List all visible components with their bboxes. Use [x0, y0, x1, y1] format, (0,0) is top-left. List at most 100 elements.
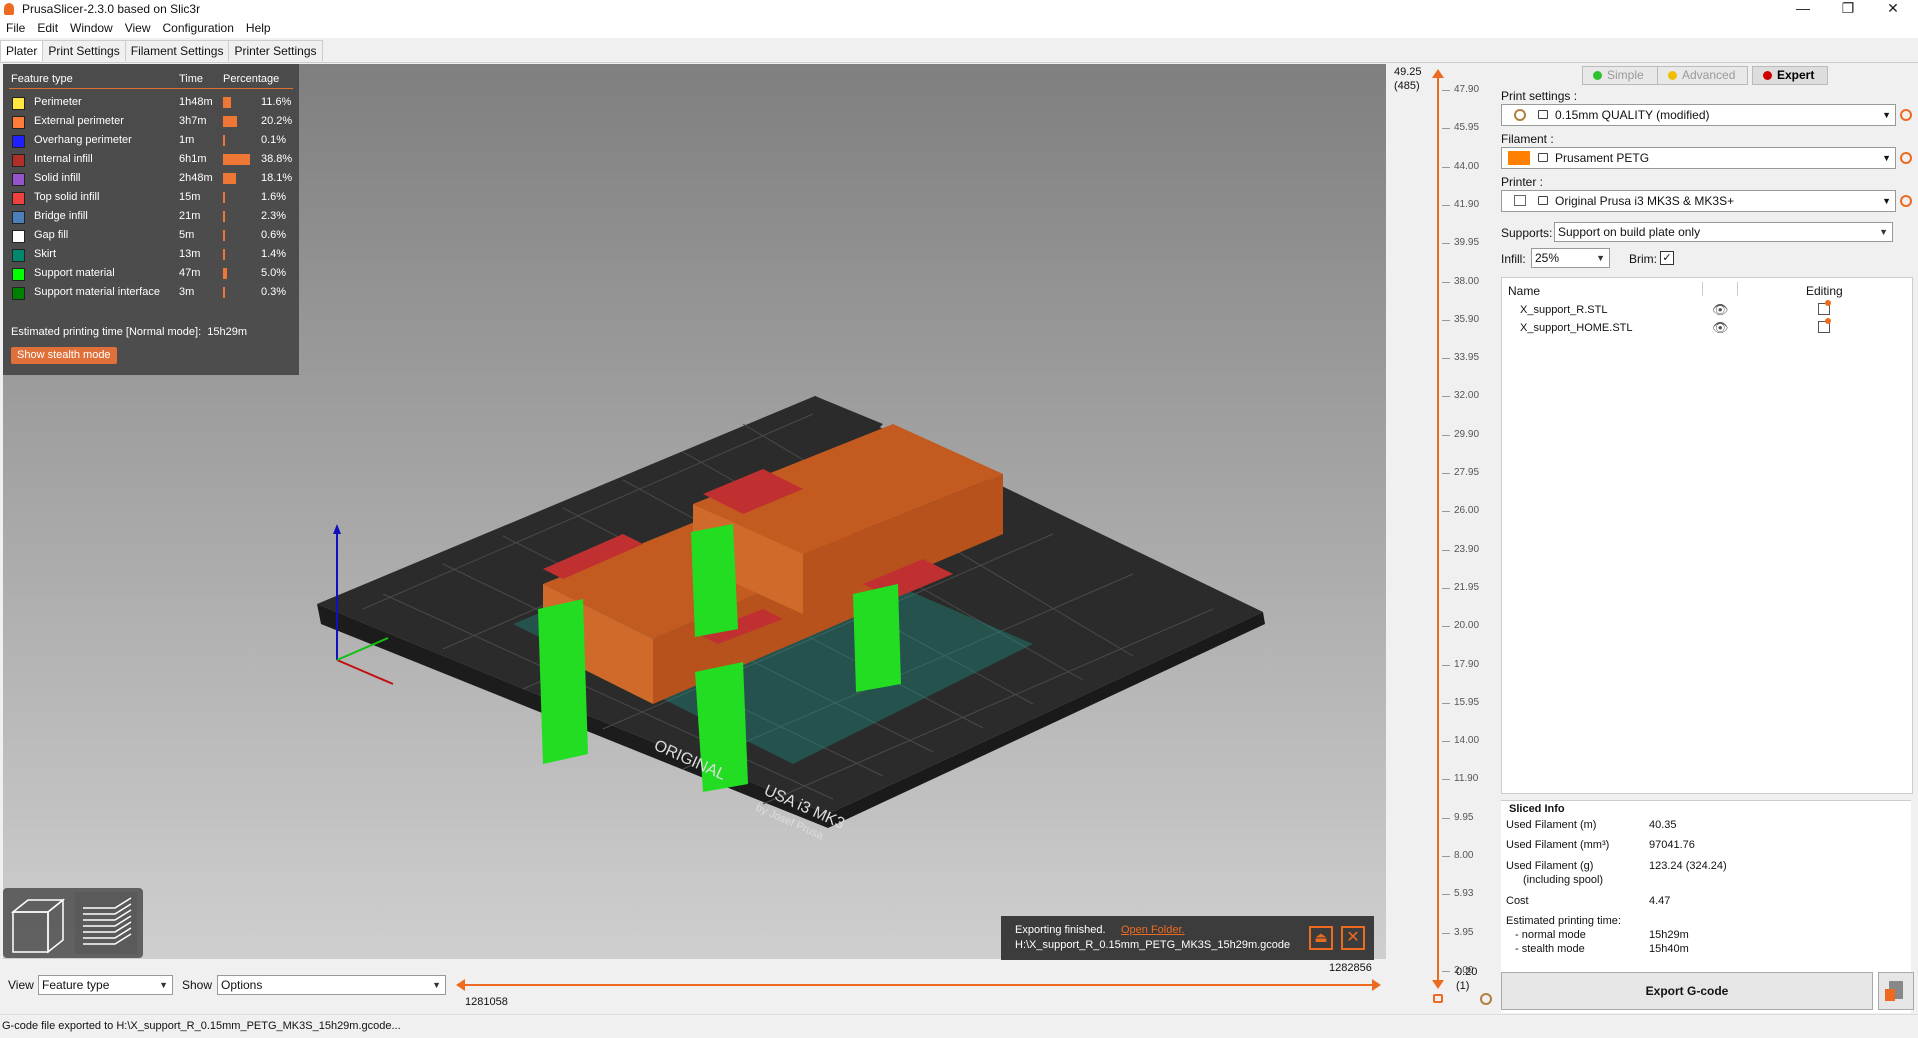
- legend-feature-percentage: 20.2%: [261, 115, 293, 127]
- layer-bottom-thumb[interactable]: [1432, 980, 1444, 989]
- legend-row[interactable]: Gap fill 5m 0.6%: [3, 227, 299, 246]
- notification-message: Exporting finished.: [1015, 924, 1106, 936]
- mode-expert-button[interactable]: Expert: [1752, 66, 1828, 85]
- legend-row[interactable]: Perimeter 1h48m 11.6%: [3, 94, 299, 113]
- printer-gear-icon[interactable]: [1900, 195, 1912, 207]
- lock-icon[interactable]: [1433, 994, 1443, 1003]
- show-options-select[interactable]: Options ▼: [217, 975, 446, 995]
- infill-select[interactable]: 25% ▼: [1531, 248, 1610, 268]
- print-settings-select[interactable]: 0.15mm QUALITY (modified) ▼: [1501, 104, 1896, 126]
- layer-tick-mark: [1442, 626, 1450, 628]
- stealth-mode-label: - stealth mode: [1515, 943, 1585, 955]
- eject-icon[interactable]: ⏏: [1309, 926, 1333, 950]
- legend-row[interactable]: Bridge infill 21m 2.3%: [3, 208, 299, 227]
- legend-row[interactable]: Skirt 13m 1.4%: [3, 246, 299, 265]
- layer-tick-mark: [1442, 779, 1450, 781]
- legend-row[interactable]: Solid infill 2h48m 18.1%: [3, 170, 299, 189]
- edit-icon[interactable]: [1818, 300, 1831, 315]
- open-folder-link[interactable]: Open Folder.: [1121, 924, 1185, 936]
- legend-percentage-bar: [223, 268, 227, 279]
- tab-plater[interactable]: Plater: [0, 40, 44, 61]
- menu-help[interactable]: Help: [240, 18, 277, 35]
- tab-printer-settings[interactable]: Printer Settings: [228, 40, 323, 61]
- layer-tick-label: 35.90: [1454, 313, 1480, 325]
- eye-icon[interactable]: 👁: [1712, 302, 1729, 318]
- menu-edit[interactable]: Edit: [31, 18, 64, 35]
- menu-view[interactable]: View: [119, 18, 157, 35]
- expert-dot-icon: [1763, 71, 1772, 80]
- supports-select[interactable]: Support on build plate only ▼: [1554, 222, 1893, 242]
- export-gcode-button[interactable]: Export G-code: [1501, 972, 1873, 1010]
- tab-filament-settings[interactable]: Filament Settings: [124, 40, 230, 61]
- layer-tick-label: 47.90: [1454, 84, 1480, 95]
- layer-slider[interactable]: 49.25 (485) 47.90 45.95 44.00 41.90 39.95 38.…: [1388, 64, 1498, 1014]
- stealth-mode-value: 15h40m: [1649, 943, 1689, 955]
- legend-row[interactable]: External perimeter 3h7m 20.2%: [3, 113, 299, 132]
- brim-label: Brim:: [1629, 252, 1657, 266]
- minimize-button[interactable]: —: [1780, 0, 1826, 18]
- legend-row[interactable]: Top solid infill 15m 1.6%: [3, 189, 299, 208]
- layer-tick-label: 41.90: [1454, 198, 1480, 210]
- object-name: X_support_HOME.STL: [1520, 322, 1633, 334]
- print-settings-label: Print settings :: [1501, 89, 1578, 103]
- slider-right-thumb[interactable]: [1372, 979, 1381, 991]
- send-to-printer-button[interactable]: [1878, 972, 1914, 1010]
- object-row[interactable]: X_support_HOME.STL 👁: [1502, 318, 1912, 338]
- feature-legend: Feature type Time Percentage Perimeter 1h…: [3, 64, 299, 375]
- legend-percentage-bar: [223, 135, 225, 146]
- object-row[interactable]: X_support_R.STL 👁: [1502, 300, 1912, 320]
- mode-simple-button[interactable]: Simple: [1582, 66, 1658, 85]
- print-settings-gear-icon[interactable]: [1900, 109, 1912, 121]
- legend-feature-time: 3m: [179, 286, 195, 298]
- tab-print-settings[interactable]: Print Settings: [42, 40, 126, 61]
- legend-row[interactable]: Overhang perimeter 1m 0.1%: [3, 132, 299, 151]
- legend-feature-time: 5m: [179, 229, 195, 241]
- horizontal-slider-track[interactable]: [460, 984, 1378, 986]
- filament-color-swatch[interactable]: [1508, 151, 1530, 165]
- 3d-view-icon[interactable]: [10, 898, 66, 954]
- legend-row[interactable]: Internal infill 6h1m 38.8%: [3, 151, 299, 170]
- filament-gear-icon[interactable]: [1900, 152, 1912, 164]
- legend-feature-name: Support material interface: [34, 286, 160, 298]
- show-stealth-mode-button[interactable]: Show stealth mode: [11, 347, 117, 364]
- maximize-button[interactable]: ❐: [1825, 0, 1871, 18]
- menu-file[interactable]: File: [0, 18, 31, 35]
- layer-tick-mark: [1442, 856, 1450, 857]
- layer-tick-mark: [1442, 549, 1450, 551]
- legend-feature-name: Gap fill: [34, 229, 69, 241]
- lock-icon: [1538, 196, 1548, 205]
- close-window-button[interactable]: ✕: [1870, 0, 1916, 18]
- legend-percentage-bar: [223, 192, 225, 203]
- export-notification: Exporting finished. Open Folder. H:\X_su…: [1001, 916, 1374, 960]
- layer-tick-label: 15.95: [1454, 696, 1480, 708]
- brim-checkbox[interactable]: ✓: [1660, 251, 1674, 265]
- legend-color-swatch: [12, 116, 25, 129]
- used-filament-g-value: 123.24 (324.24): [1649, 860, 1727, 872]
- printer-select[interactable]: Original Prusa i3 MK3S & MK3S+ ▼: [1501, 190, 1896, 212]
- filament-select[interactable]: Prusament PETG ▼: [1501, 147, 1896, 169]
- layer-slider-track[interactable]: [1437, 76, 1439, 986]
- used-filament-m-label: Used Filament (m): [1506, 819, 1597, 831]
- layer-top-thumb[interactable]: [1432, 69, 1444, 78]
- view-type-select[interactable]: Feature type ▼: [38, 975, 173, 995]
- mode-advanced-button[interactable]: Advanced: [1657, 66, 1748, 85]
- layers-view-icon[interactable]: [75, 892, 137, 954]
- layer-tick-label: 5.93: [1454, 888, 1474, 900]
- slider-left-thumb[interactable]: [456, 979, 465, 991]
- layer-tick-mark: [1442, 128, 1450, 130]
- eye-icon[interactable]: 👁: [1712, 320, 1729, 336]
- slider-left-value: 1281058: [465, 996, 508, 1008]
- layer-tick-mark: [1442, 894, 1450, 896]
- layer-tick-mark: [1442, 243, 1450, 245]
- cog-icon[interactable]: [1480, 993, 1492, 1005]
- edit-icon[interactable]: [1818, 318, 1831, 333]
- used-filament-g-label: Used Filament (g): [1506, 860, 1594, 872]
- layer-tick-mark: [1442, 932, 1450, 934]
- legend-row[interactable]: Support material 47m 5.0%: [3, 265, 299, 284]
- legend-feature-name: Support material: [34, 267, 115, 279]
- close-notification-icon[interactable]: ✕: [1341, 926, 1365, 950]
- menu-configuration[interactable]: Configuration: [157, 18, 240, 35]
- menu-window[interactable]: Window: [64, 18, 119, 35]
- advanced-dot-icon: [1668, 71, 1677, 80]
- legend-row[interactable]: Support material interface 3m 0.3%: [3, 284, 299, 303]
